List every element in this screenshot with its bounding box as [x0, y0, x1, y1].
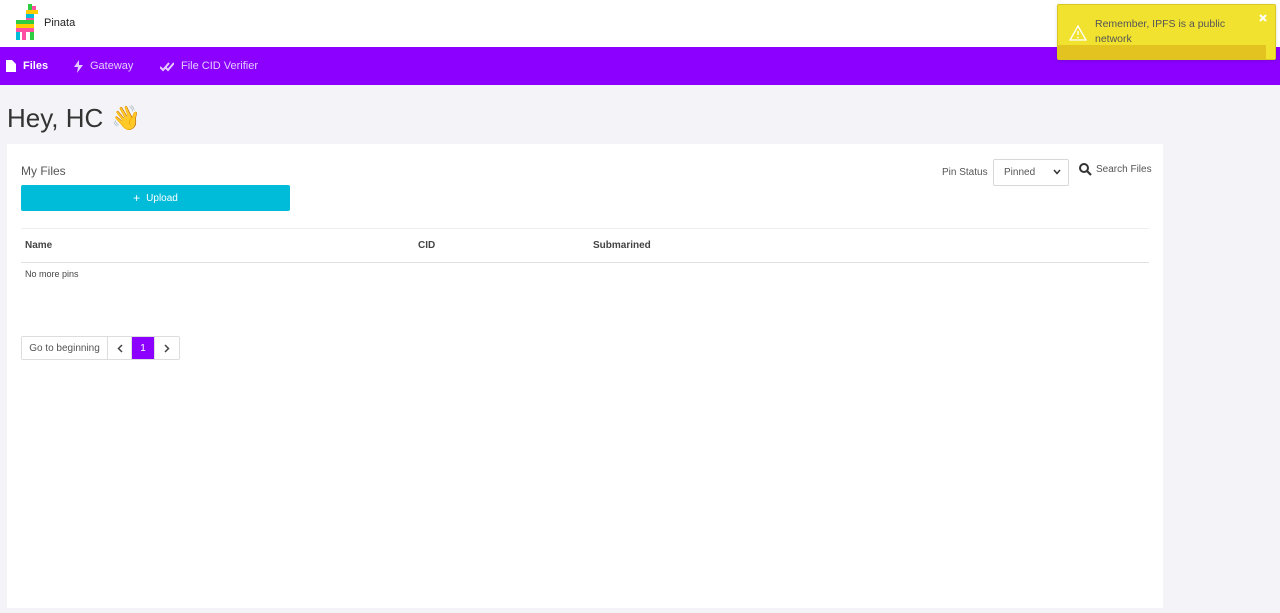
pin-status-value: Pinned: [1004, 167, 1036, 178]
upload-label: Upload: [146, 192, 178, 204]
search-files-label: Search Files: [1096, 164, 1152, 175]
nav-gateway[interactable]: Gateway: [74, 47, 133, 85]
pin-status-select[interactable]: Pinned: [993, 159, 1069, 186]
pin-status-label: Pin Status: [942, 167, 988, 178]
column-submarined[interactable]: Submarined: [593, 240, 651, 251]
nav-file-cid-verifier[interactable]: File CID Verifier: [160, 47, 258, 85]
waving-hand-icon: 👋: [111, 105, 142, 132]
card-title: My Files: [21, 164, 66, 178]
close-icon[interactable]: [1258, 13, 1268, 23]
column-name[interactable]: Name: [25, 240, 52, 251]
upload-button[interactable]: + Upload: [21, 185, 290, 211]
table-header: Name CID Submarined: [21, 228, 1149, 263]
chevron-right-icon: [164, 343, 170, 353]
search-icon: [1079, 163, 1092, 176]
nav-gateway-label: Gateway: [90, 60, 134, 72]
files-table: Name CID Submarined No more pins: [21, 228, 1149, 285]
brand-name: Pinata: [44, 17, 76, 29]
nav-verifier-label: File CID Verifier: [181, 60, 259, 72]
next-page-button[interactable]: [155, 337, 179, 359]
go-to-beginning-button[interactable]: Go to beginning: [22, 337, 108, 359]
nav-files-label: Files: [23, 60, 49, 72]
chevron-left-icon: [116, 343, 123, 353]
file-icon: [6, 60, 16, 72]
search-files-button[interactable]: Search Files: [1079, 163, 1152, 176]
prev-page-button[interactable]: [108, 337, 132, 359]
table-row: No more pins: [21, 263, 1149, 285]
my-files-card: My Files + Upload Pin Status Pinned Sear…: [7, 144, 1163, 608]
plus-icon: +: [133, 191, 141, 205]
greeting: Hey, HC 👋: [7, 103, 141, 134]
nav-files[interactable]: Files: [6, 47, 48, 85]
column-cid[interactable]: CID: [418, 240, 435, 251]
toast-message: Remember, IPFS is a public network: [1095, 18, 1226, 45]
warning-toast: Remember, IPFS is a public network: [1057, 4, 1276, 60]
lightning-icon: [74, 59, 83, 73]
empty-state-text: No more pins: [25, 269, 79, 279]
double-check-icon: [160, 61, 174, 71]
page-1-button[interactable]: 1: [132, 337, 155, 359]
chevron-down-icon: [1053, 169, 1061, 175]
toast-progress-bar: [1058, 45, 1267, 59]
pagination: Go to beginning 1: [21, 336, 180, 360]
greeting-text: Hey, HC: [7, 103, 104, 133]
warning-triangle-icon: [1069, 25, 1087, 41]
pinata-logo-icon[interactable]: [14, 4, 40, 40]
